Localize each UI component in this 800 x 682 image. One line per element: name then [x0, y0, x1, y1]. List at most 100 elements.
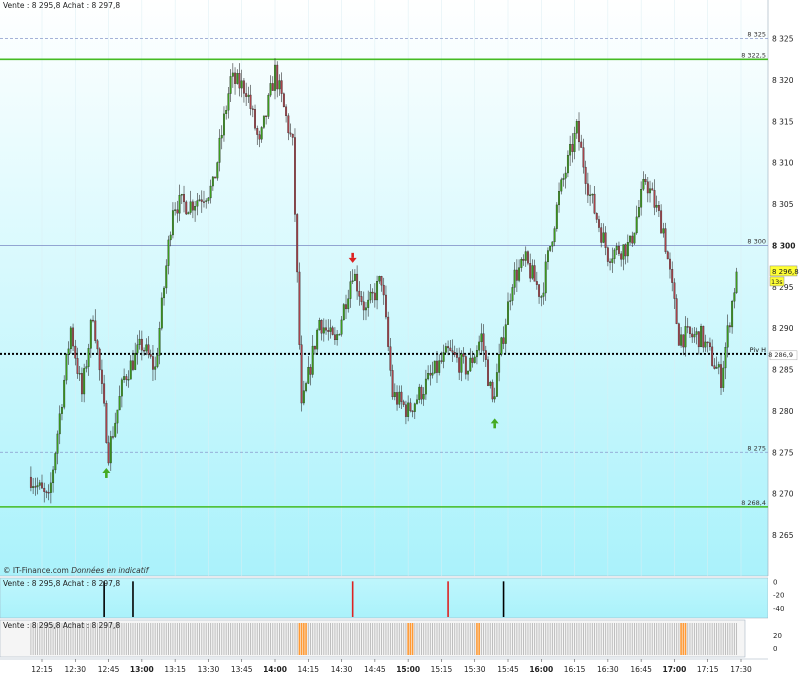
candle-body [722, 367, 725, 388]
candle-body [691, 333, 694, 338]
candle-body [726, 325, 729, 348]
candle-body [85, 366, 88, 369]
candle-body [52, 469, 55, 484]
candle-body [100, 369, 103, 384]
candle-body [347, 298, 350, 310]
candle-body [260, 127, 263, 140]
countdown-label: 13s [771, 278, 783, 286]
candle-body [171, 210, 174, 236]
candle-body [447, 346, 450, 349]
candle-body [65, 353, 68, 381]
candle-body [637, 207, 640, 218]
price-tick-label: 8 270 [772, 490, 794, 499]
candle-body [378, 276, 381, 282]
candle-body [555, 204, 558, 229]
candle-body [728, 325, 731, 328]
candle-body [682, 334, 685, 348]
candle-body [87, 348, 90, 367]
candle-body [609, 261, 612, 263]
time-tick-label: 15:00 [396, 665, 420, 674]
candle-body [313, 345, 316, 350]
candle-body [427, 373, 430, 380]
time-tick-label: 13:15 [164, 665, 186, 674]
candle-body [655, 205, 658, 208]
candle-body [382, 284, 385, 296]
candle-body [178, 195, 181, 214]
candle-body [89, 319, 92, 349]
candle-body [240, 80, 243, 89]
candle-body [152, 356, 154, 370]
candle-body [327, 330, 330, 332]
candle-body [278, 80, 281, 90]
time-tick-label: 16:45 [630, 665, 652, 674]
candle-body [287, 115, 290, 134]
candle-body [349, 281, 352, 299]
candle-body [493, 396, 496, 400]
candle-body [604, 232, 607, 248]
time-tick-label: 13:30 [198, 665, 220, 674]
candle-body [467, 370, 470, 375]
candle-body [125, 376, 128, 380]
candle-body [533, 265, 536, 282]
candle-body [578, 121, 580, 143]
candle-body [720, 364, 722, 388]
candle-body [458, 357, 461, 373]
candle-body [522, 258, 525, 261]
time-tick-label: 13:00 [130, 665, 154, 674]
candle-body [653, 190, 656, 208]
candle-body [163, 287, 165, 299]
candle-body [365, 307, 367, 311]
candle-body [103, 383, 106, 404]
time-tick-label: 15:15 [431, 665, 453, 674]
chart-window: 8 265 8 270 8 275 8 280 8 285 8 290 8 295 8 300… [0, 0, 800, 678]
candle-body [440, 360, 443, 362]
candle-body [385, 294, 387, 318]
candle-body [633, 232, 636, 244]
candle-body [45, 491, 48, 493]
chart-canvas[interactable]: 8 2658 2708 2758 2808 2858 2908 2958 300… [0, 0, 800, 678]
candle-body [92, 319, 94, 322]
candle-body [697, 331, 700, 348]
candle-body [513, 269, 516, 288]
candle-body [562, 178, 565, 180]
volume-panel-tick: 0 [773, 645, 777, 653]
candle-body [140, 338, 143, 351]
candle-body [107, 442, 110, 464]
candle-body [294, 137, 296, 215]
candle-body [325, 327, 327, 331]
candle-body [331, 327, 334, 335]
price-tick-label: 8 320 [772, 76, 794, 85]
candle-body [407, 402, 410, 417]
candle-body [220, 134, 223, 139]
candle-body [165, 265, 168, 289]
candle-body [527, 251, 529, 264]
candle-body [529, 263, 532, 279]
candle-body [702, 325, 705, 348]
candle-body [664, 228, 667, 252]
candle-body [460, 353, 463, 373]
volume-panel-tick: 20 [773, 632, 782, 640]
candle-body [74, 345, 77, 359]
candle-body [700, 325, 703, 348]
candle-body [269, 83, 272, 96]
candle-body [200, 199, 203, 202]
price-tick-label: 8 310 [772, 159, 794, 168]
candle-body [613, 249, 616, 259]
candle-body [444, 346, 447, 353]
candle-body [61, 407, 63, 414]
candle-body [724, 347, 727, 369]
candle-body [216, 162, 219, 179]
candle-body [669, 258, 671, 270]
arrow-down-stem [351, 252, 354, 258]
candle-body [345, 304, 347, 310]
candle-body [191, 201, 194, 211]
candle-body [238, 73, 241, 89]
candle-body [105, 403, 108, 443]
panel3-quote-header: Vente : 8 295,8 Achat : 8 297,8 [3, 621, 121, 630]
candle-body [307, 366, 310, 384]
candle-body [227, 93, 230, 111]
candle-body [706, 341, 709, 344]
candle-body [242, 80, 245, 94]
candle-body [731, 301, 734, 328]
candle-body [209, 185, 212, 199]
